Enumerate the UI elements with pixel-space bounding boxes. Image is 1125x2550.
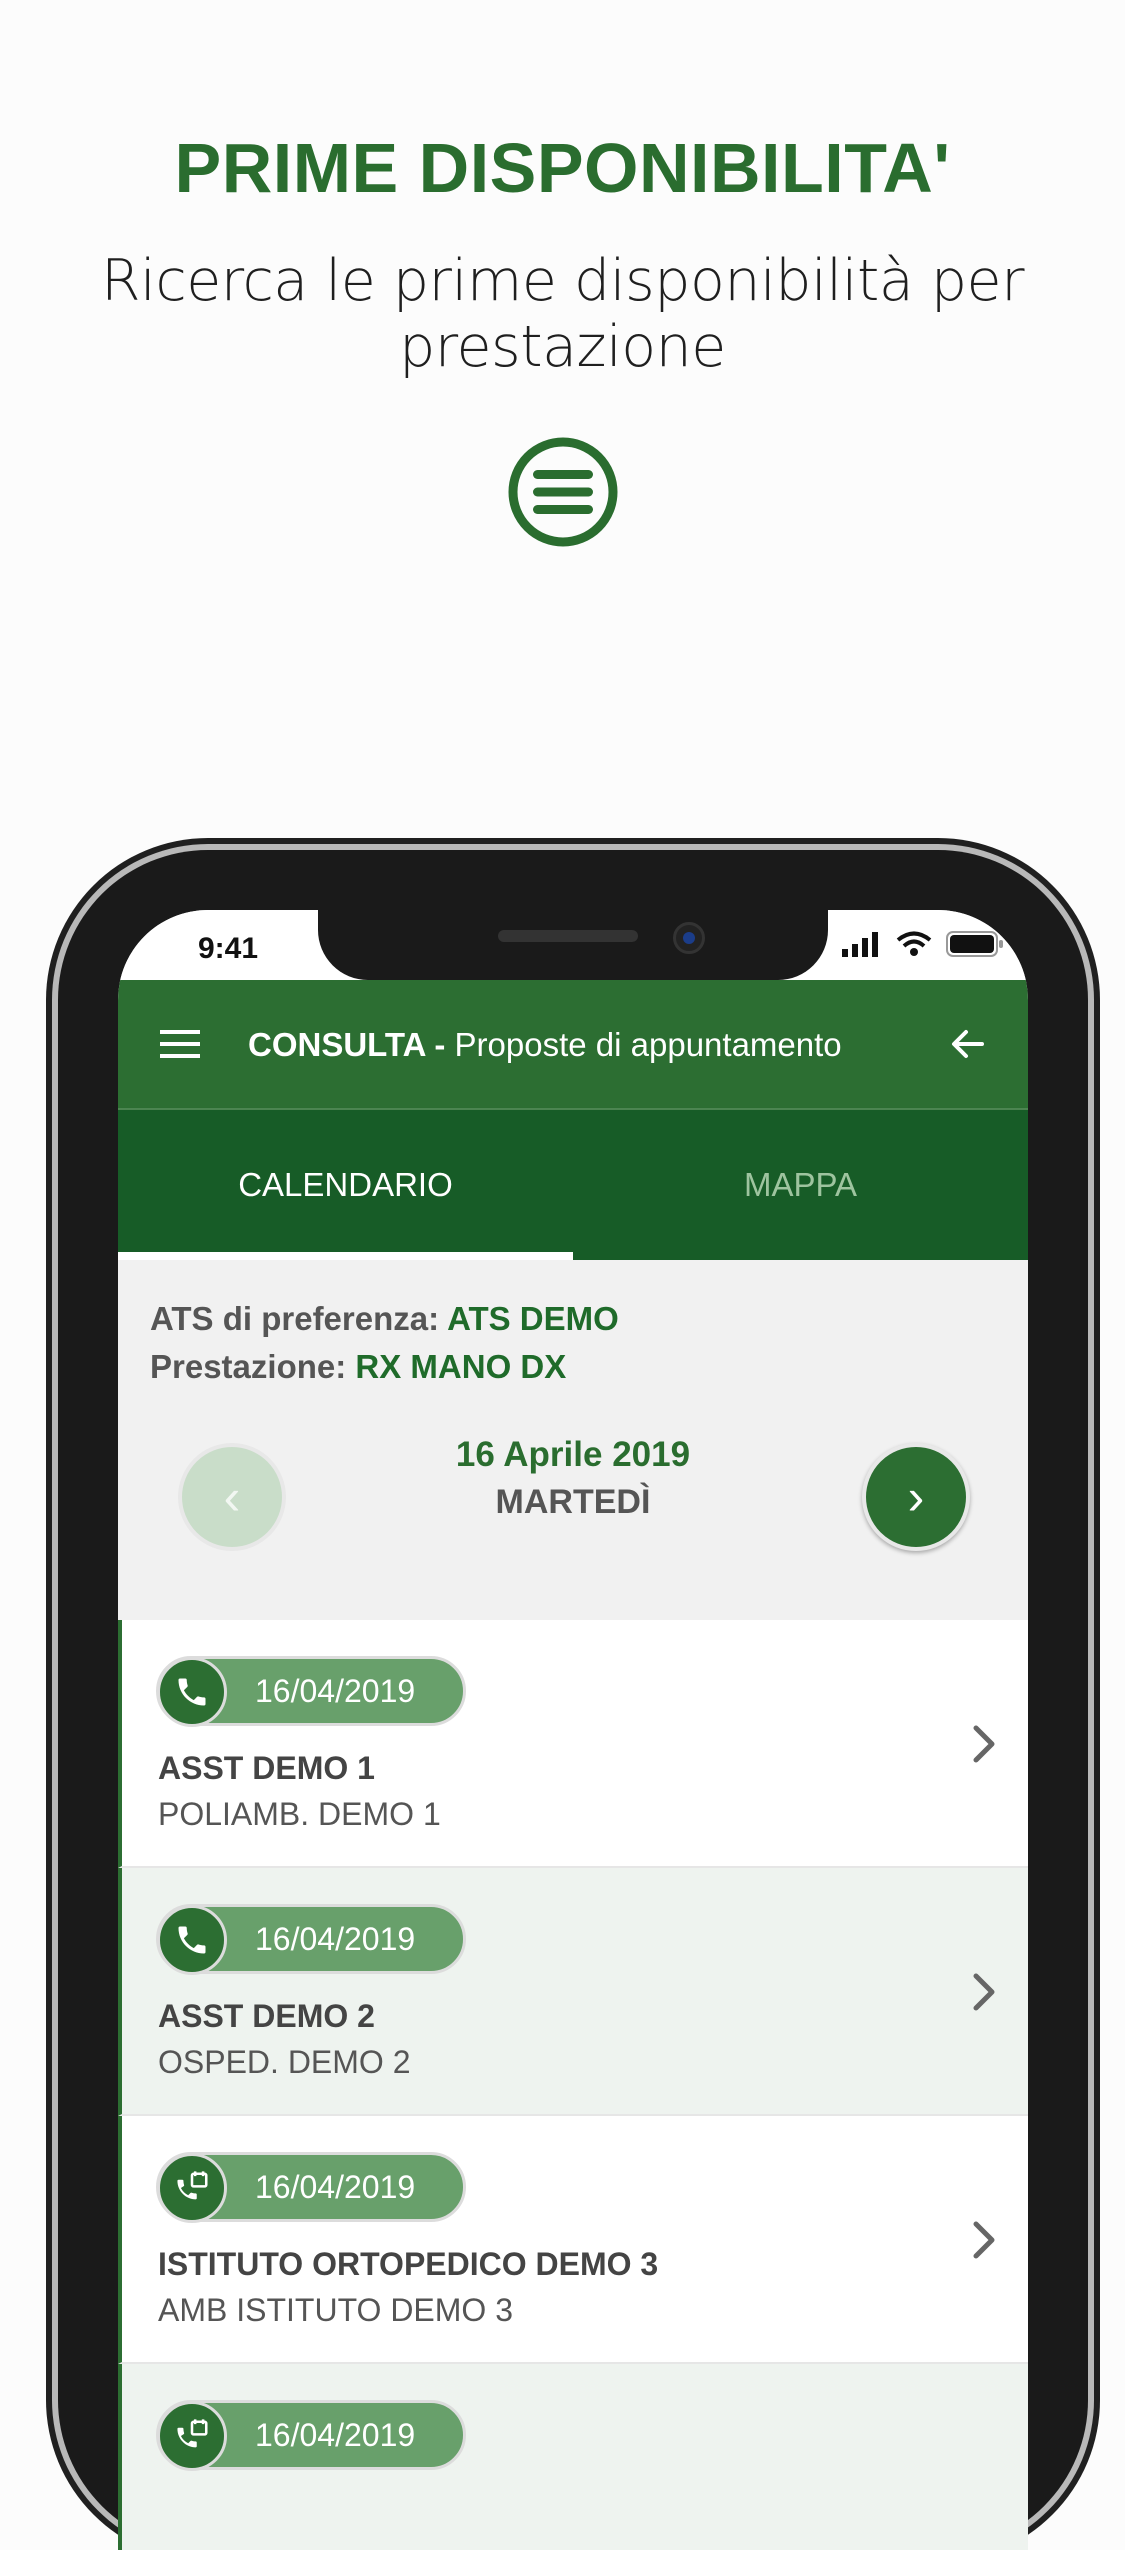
appointment-location: AMB ISTITUTO DEMO 3 xyxy=(158,2292,513,2328)
appointment-list: 16/04/2019 ASST DEMO 1 POLIAMB. DEMO 1 1… xyxy=(118,1620,1028,2550)
appointment-date: 16/04/2019 xyxy=(255,1921,416,1957)
chevron-right-icon xyxy=(973,1725,995,1763)
tab-active-indicator xyxy=(118,1252,573,1260)
appointment-card[interactable]: 16/04/2019 ASST DEMO 1 POLIAMB. DEMO 1 xyxy=(118,1620,1028,1868)
app-bar-title: CONSULTA - Proposte di appuntamento xyxy=(248,1026,842,1064)
tab-calendario[interactable]: CALENDARIO xyxy=(118,1110,573,1260)
appointment-provider: ISTITUTO ORTOPEDICO DEMO 3 xyxy=(158,2246,659,2282)
hamburger-icon[interactable] xyxy=(160,1028,200,1060)
speaker xyxy=(498,930,638,942)
phone-frame: 9:41 CONSULTA - Proposte di appuntamento… xyxy=(58,850,1088,2550)
status-time: 9:41 xyxy=(198,932,259,965)
phone-icon xyxy=(157,1905,227,1975)
app-bar: CONSULTA - Proposte di appuntamento xyxy=(118,980,1028,1110)
phone-calendar-icon xyxy=(157,2153,227,2223)
app-bar-title-rest: Proposte di appuntamento xyxy=(445,1026,842,1063)
tab-bar: CALENDARIO MAPPA xyxy=(118,1110,1028,1260)
phone-calendar-icon xyxy=(157,2401,227,2471)
service-line: Prestazione: RX MANO DX xyxy=(150,1348,566,1386)
appointment-card[interactable]: 16/04/2019 xyxy=(118,2364,1028,2550)
back-arrow-icon[interactable] xyxy=(948,1024,988,1064)
phone-icon xyxy=(157,1657,227,1727)
appointment-card[interactable]: 16/04/2019 ASST DEMO 2 OSPED. DEMO 2 xyxy=(118,1868,1028,2116)
appointment-provider: ASST DEMO 2 xyxy=(158,1998,375,2034)
promo-title: PRIME DISPONIBILITA' xyxy=(174,129,951,207)
status-icons xyxy=(842,930,1004,958)
appointment-location: POLIAMB. DEMO 1 xyxy=(158,1796,441,1832)
signal-icon xyxy=(842,932,878,957)
phone-screen: 9:41 CONSULTA - Proposte di appuntamento… xyxy=(118,910,1028,2550)
notch xyxy=(318,910,828,980)
date-pill: 16/04/2019 xyxy=(156,2152,466,2223)
camera xyxy=(673,922,705,954)
next-date-button[interactable]: › xyxy=(862,1443,970,1551)
battery-icon xyxy=(946,931,1003,957)
chevron-right-icon xyxy=(973,2221,995,2259)
ats-line: ATS di preferenza: ATS DEMO xyxy=(150,1300,619,1338)
tab-mappa[interactable]: MAPPA xyxy=(573,1110,1028,1260)
date-pill: 16/04/2019 xyxy=(156,1656,466,1727)
status-bar: 9:41 xyxy=(118,910,1028,980)
service-label: Prestazione: xyxy=(150,1348,347,1385)
appointment-date: 16/04/2019 xyxy=(255,1673,416,1709)
appointment-date: 16/04/2019 xyxy=(255,2169,416,2205)
appointment-provider: ASST DEMO 1 xyxy=(158,1750,375,1786)
date-pill: 16/04/2019 xyxy=(156,2400,466,2471)
appointment-location: OSPED. DEMO 2 xyxy=(158,2044,411,2080)
app-bar-title-bold: CONSULTA - xyxy=(248,1026,446,1063)
promo-subtitle: Ricerca le prime disponibilità per prest… xyxy=(100,248,1025,380)
ats-value: ATS DEMO xyxy=(447,1300,619,1337)
appointment-card[interactable]: 16/04/2019 ISTITUTO ORTOPEDICO DEMO 3 AM… xyxy=(118,2116,1028,2364)
search-info-panel: ATS di preferenza: ATS DEMO Prestazione:… xyxy=(118,1260,1028,1620)
ats-label: ATS di preferenza: xyxy=(150,1300,440,1337)
wifi-icon xyxy=(896,931,932,956)
menu-circle-icon xyxy=(508,437,618,547)
service-value: RX MANO DX xyxy=(355,1348,567,1385)
date-pill: 16/04/2019 xyxy=(156,1904,466,1975)
chevron-right-icon xyxy=(973,1973,995,2011)
